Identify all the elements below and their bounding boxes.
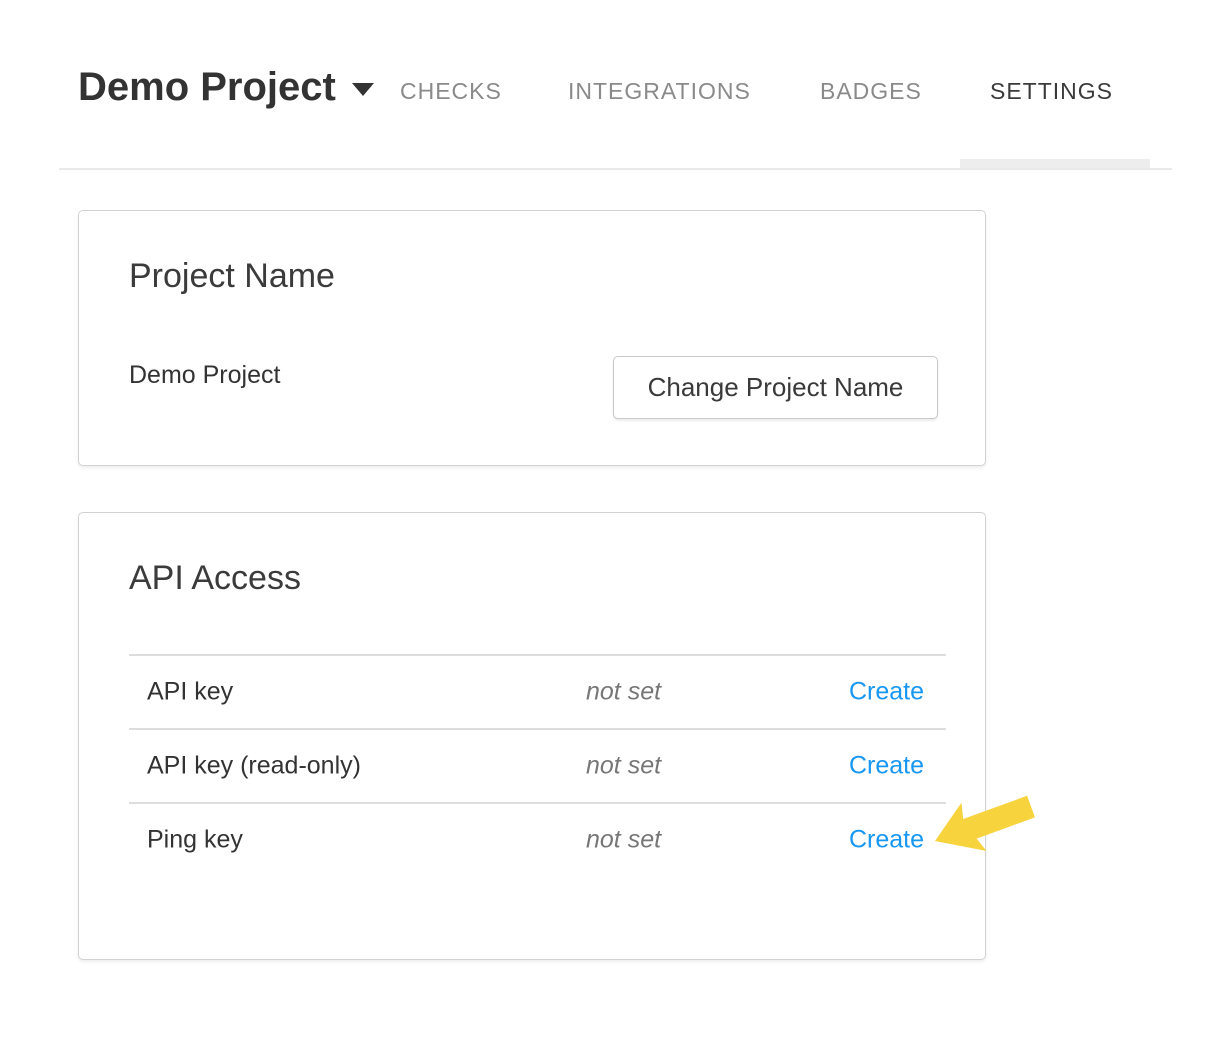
current-project-name: Demo Project (129, 361, 280, 390)
tab-badges[interactable]: BADGES (820, 78, 922, 105)
api-key-value: not set (586, 678, 661, 707)
api-access-card-title: API Access (129, 559, 301, 598)
ping-key-create-link[interactable]: Create (849, 826, 924, 855)
table-row-api-key: API key not set Create (129, 654, 946, 728)
ping-key-value: not set (586, 826, 661, 855)
active-tab-indicator (960, 159, 1150, 168)
api-key-create-link[interactable]: Create (849, 678, 924, 707)
tab-integrations[interactable]: INTEGRATIONS (568, 78, 751, 105)
project-switcher-dropdown[interactable]: Demo Project (78, 64, 374, 110)
project-name-card: Project Name Demo Project Change Project… (78, 210, 986, 466)
api-key-read-only-create-link[interactable]: Create (849, 752, 924, 781)
api-key-read-only-value: not set (586, 752, 661, 781)
api-access-card: API Access API key not set Create API ke… (78, 512, 986, 960)
tab-settings[interactable]: SETTINGS (990, 78, 1113, 105)
change-project-name-button[interactable]: Change Project Name (613, 356, 938, 419)
api-key-label: API key (147, 678, 233, 707)
api-key-read-only-label: API key (read-only) (147, 752, 361, 781)
project-name-card-title: Project Name (129, 257, 335, 296)
ping-key-label: Ping key (147, 826, 243, 855)
table-row-ping-key: Ping key not set Create (129, 802, 946, 876)
nav-divider (59, 168, 1172, 170)
tab-checks[interactable]: CHECKS (400, 78, 502, 105)
api-access-table: API key not set Create API key (read-onl… (129, 654, 946, 876)
caret-down-icon (352, 83, 374, 96)
table-row-api-key-read-only: API key (read-only) not set Create (129, 728, 946, 802)
page-title: Demo Project (78, 64, 336, 110)
